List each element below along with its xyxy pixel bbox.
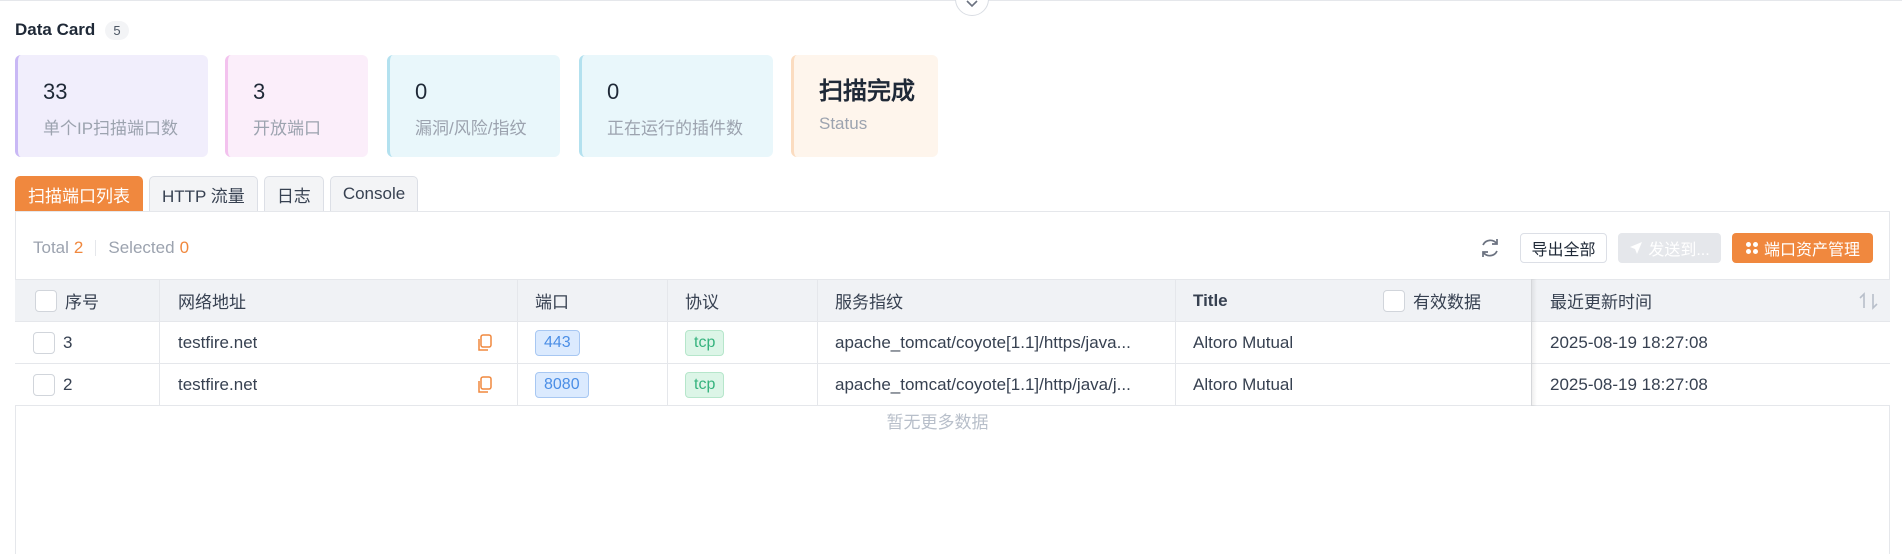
stat-label: Status <box>819 114 868 133</box>
header-updated[interactable]: 最近更新时间 <box>1550 280 1652 321</box>
stat-label: 开放端口 <box>253 119 321 138</box>
grid-icon <box>1745 242 1758 254</box>
header-address[interactable]: 网络地址 <box>178 280 246 321</box>
column-divider <box>159 322 160 363</box>
stat-value: 3 <box>253 79 266 104</box>
total-value: 2 <box>73 238 84 257</box>
selected-value: 0 <box>179 238 190 257</box>
column-divider <box>159 280 160 321</box>
tab-scan-port-list[interactable]: 扫描端口列表 <box>15 176 143 212</box>
header-valid-data: 有效数据 <box>1383 280 1481 321</box>
stat-value: 扫描完成 <box>819 78 915 105</box>
row-port: 8080 <box>535 364 589 405</box>
row-protocol: tcp <box>685 322 725 363</box>
port-tag: 443 <box>535 329 580 356</box>
header-title[interactable]: Title <box>1193 280 1228 321</box>
column-divider <box>1175 322 1176 363</box>
copy-icon[interactable] <box>475 364 495 405</box>
column-divider <box>159 364 160 405</box>
table-header: 序号 网络地址 端口 协议 服务指纹 Title 有效数据 最近更新时间 <box>15 279 1890 322</box>
select-all-checkbox[interactable] <box>35 289 57 312</box>
protocol-tag: tcp <box>685 329 725 356</box>
export-all-button[interactable]: 导出全部 <box>1520 233 1607 263</box>
stat-label: 单个IP扫描端口数 <box>43 119 179 138</box>
data-card-count-badge: 5 <box>105 20 129 40</box>
selection-summary: Total 2 Selected 0 <box>33 238 189 258</box>
column-divider <box>1175 364 1176 405</box>
column-divider <box>517 364 518 405</box>
table-row[interactable]: 3 testfire.net 443 tcp apache_tomcat/coy… <box>15 322 1890 364</box>
row-protocol: tcp <box>685 364 725 405</box>
top-divider <box>0 0 1902 1</box>
row-index: 3 <box>33 322 72 363</box>
data-card-title: Data Card <box>15 20 96 39</box>
column-divider <box>517 322 518 363</box>
tab-console[interactable]: Console <box>329 176 419 212</box>
row-address: testfire.net <box>178 374 258 394</box>
port-asset-management-label: 端口资产管理 <box>1763 242 1860 259</box>
divider <box>95 240 97 256</box>
stat-card-vulns: 0 漏洞/风险/指纹 <box>387 55 560 157</box>
refresh-icon[interactable] <box>1478 236 1502 260</box>
empty-more-text: 暂无更多数据 <box>886 413 989 432</box>
row-port: 443 <box>535 322 580 363</box>
fixed-column-shadow <box>1531 279 1537 406</box>
tab-http-traffic[interactable]: HTTP 流量 <box>149 176 258 212</box>
column-divider <box>817 280 818 321</box>
row-checkbox[interactable] <box>33 373 55 396</box>
protocol-tag: tcp <box>685 371 725 398</box>
column-divider <box>667 364 668 405</box>
collapse-toggle[interactable] <box>955 0 989 16</box>
column-divider <box>517 280 518 321</box>
header-fingerprint[interactable]: 服务指纹 <box>835 280 903 321</box>
stat-card-running-plugins: 0 正在运行的插件数 <box>579 55 773 157</box>
send-to-label: 发送到... <box>1648 242 1710 259</box>
row-updated: 2025-08-19 18:27:08 <box>1550 332 1708 352</box>
row-index-value: 2 <box>63 374 73 394</box>
port-tag: 8080 <box>535 371 589 398</box>
row-index: 2 <box>33 364 72 405</box>
port-asset-management-button[interactable]: 端口资产管理 <box>1732 233 1873 263</box>
send-to-button[interactable]: 发送到... <box>1618 233 1721 263</box>
tab-bar: 扫描端口列表 HTTP 流量 日志 Console <box>15 176 419 212</box>
stat-card-status: 扫描完成 Status <box>791 55 938 157</box>
column-divider <box>817 322 818 363</box>
row-title: Altoro Mutual <box>1193 374 1294 394</box>
stat-value: 0 <box>415 79 428 104</box>
stat-card-open-ports: 3 开放端口 <box>225 55 368 157</box>
row-checkbox[interactable] <box>33 331 55 354</box>
row-fingerprint: apache_tomcat/coyote[1.1]/https/java... <box>835 332 1131 352</box>
column-divider <box>1175 280 1176 321</box>
valid-data-label: 有效数据 <box>1413 293 1481 312</box>
header-protocol[interactable]: 协议 <box>685 280 719 321</box>
row-updated: 2025-08-19 18:27:08 <box>1550 374 1708 394</box>
data-card-header: Data Card 5 <box>15 20 129 40</box>
column-divider <box>817 364 818 405</box>
stat-value: 33 <box>43 79 68 104</box>
selected-label: Selected <box>108 238 175 257</box>
column-divider <box>667 322 668 363</box>
total-label: Total <box>33 238 69 257</box>
send-icon <box>1630 242 1643 254</box>
header-index: 序号 <box>35 280 99 321</box>
copy-icon[interactable] <box>475 322 495 363</box>
tab-log[interactable]: 日志 <box>263 176 324 212</box>
table-row[interactable]: 2 testfire.net 8080 tcp apache_tomcat/co… <box>15 364 1890 406</box>
stat-label: 正在运行的插件数 <box>607 119 743 138</box>
column-divider <box>667 280 668 321</box>
row-fingerprint: apache_tomcat/coyote[1.1]/http/java/j... <box>835 374 1131 394</box>
header-index-label: 序号 <box>65 293 99 312</box>
row-address: testfire.net <box>178 332 258 352</box>
stat-value: 0 <box>607 79 620 104</box>
stat-card-ports-per-ip: 33 单个IP扫描端口数 <box>15 55 208 157</box>
sort-icon[interactable] <box>1858 280 1880 321</box>
row-title: Altoro Mutual <box>1193 332 1294 352</box>
header-port[interactable]: 端口 <box>535 280 569 321</box>
valid-data-checkbox[interactable] <box>1383 289 1405 312</box>
chevron-down-icon <box>966 0 978 8</box>
row-index-value: 3 <box>63 332 73 352</box>
stat-label: 漏洞/风险/指纹 <box>415 119 527 138</box>
